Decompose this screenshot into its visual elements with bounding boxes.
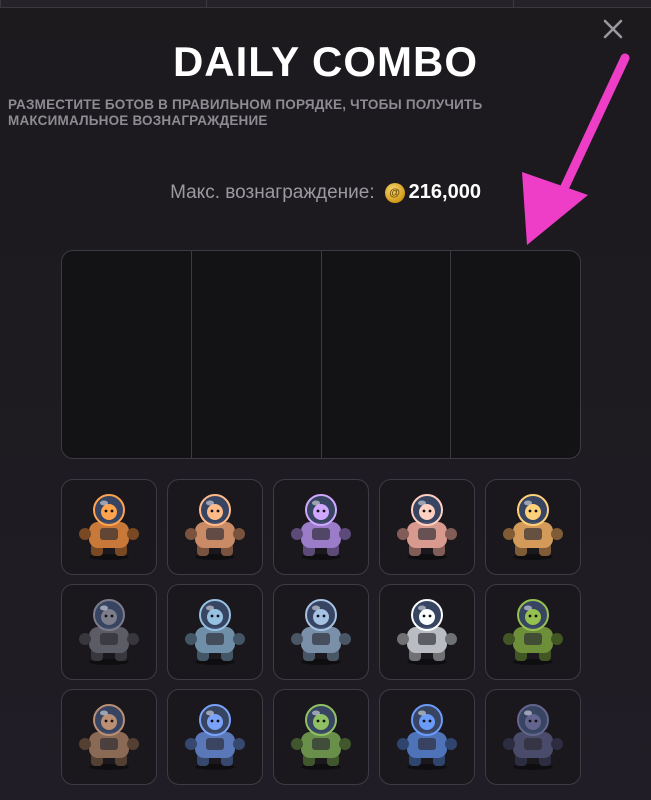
bot-card[interactable] bbox=[379, 689, 475, 785]
max-reward-value: 216,000 bbox=[408, 181, 481, 203]
cactus-tank-bot-icon bbox=[185, 599, 245, 665]
max-reward-label: Макс. вознаграждение: bbox=[170, 181, 375, 203]
astronaut-bot-blue-icon bbox=[397, 704, 457, 770]
top-tab-middle[interactable] bbox=[206, 0, 514, 8]
combo-slot-2[interactable] bbox=[192, 251, 322, 458]
bot-card[interactable] bbox=[273, 479, 369, 575]
cactus-tank-bot-alt-icon bbox=[291, 599, 351, 665]
mech-bot-orange-icon bbox=[185, 494, 245, 560]
top-tab-left[interactable] bbox=[0, 0, 207, 8]
bot-card[interactable] bbox=[485, 479, 581, 575]
bot-card[interactable] bbox=[485, 584, 581, 680]
bot-card[interactable] bbox=[61, 479, 157, 575]
mech-bot-purple-icon bbox=[291, 494, 351, 560]
astronaut-bot-green-icon bbox=[291, 704, 351, 770]
combo-slot-4[interactable] bbox=[451, 251, 580, 458]
combo-slot-3[interactable] bbox=[322, 251, 452, 458]
bot-card[interactable] bbox=[379, 584, 475, 680]
combo-slots bbox=[61, 250, 581, 459]
coin-icon: @ bbox=[384, 182, 405, 203]
cat-robot-icon bbox=[79, 599, 139, 665]
max-reward: Макс. вознаграждение: @ 216,000 bbox=[0, 181, 651, 204]
flying-drone-bot-icon bbox=[397, 599, 457, 665]
hamster-ball-bot-icon bbox=[397, 494, 457, 560]
shiba-explorer-bot-icon bbox=[503, 494, 563, 560]
bot-card[interactable] bbox=[167, 479, 263, 575]
bot-card[interactable] bbox=[61, 584, 157, 680]
combo-slot-1[interactable] bbox=[62, 251, 192, 458]
bot-card[interactable] bbox=[61, 689, 157, 785]
top-tab-right[interactable] bbox=[513, 0, 651, 8]
top-tab-bar bbox=[0, 0, 651, 8]
coin-glyph: @ bbox=[389, 186, 400, 199]
mantis-bot-icon bbox=[503, 599, 563, 665]
panther-bot-icon bbox=[503, 704, 563, 770]
rocket-bot-blue-icon bbox=[185, 704, 245, 770]
bot-card[interactable] bbox=[379, 479, 475, 575]
bot-grid bbox=[61, 479, 582, 785]
page-title: DAILY COMBO bbox=[172, 38, 479, 85]
page-subtitle: РАЗМЕСТИТЕ БОТОВ В ПРАВИЛЬНОМ ПОРЯДКЕ, Ч… bbox=[8, 97, 483, 128]
bot-card[interactable] bbox=[167, 689, 263, 785]
spider-bot-icon bbox=[79, 704, 139, 770]
bot-card[interactable] bbox=[167, 584, 263, 680]
bot-card[interactable] bbox=[485, 689, 581, 785]
bot-card[interactable] bbox=[273, 689, 369, 785]
astronaut-bot-orange-icon bbox=[79, 494, 139, 560]
bot-card[interactable] bbox=[273, 584, 369, 680]
